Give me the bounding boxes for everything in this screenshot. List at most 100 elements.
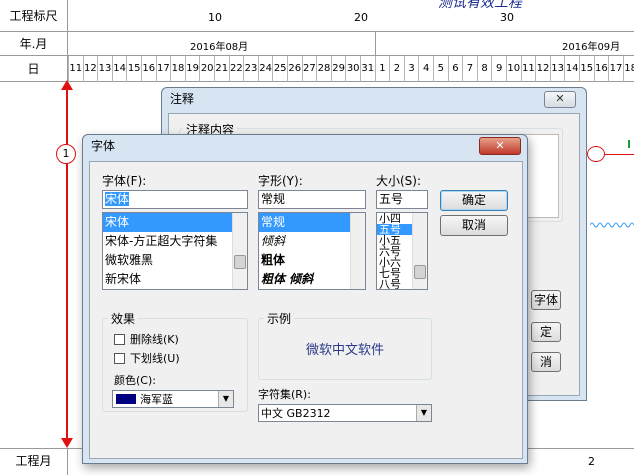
ruler-day-cell: 12: [535, 56, 550, 82]
font-family-item[interactable]: 宋体: [103, 213, 247, 232]
font-family-input[interactable]: 宋体: [102, 190, 248, 209]
font-style-scrollbar[interactable]: [350, 213, 365, 289]
ruler-label-scale: 工程标尺: [0, 0, 68, 31]
ruler-day-cell: 12: [82, 56, 98, 82]
arrow-up-icon: [61, 80, 73, 90]
ruler-day-cell: 14: [111, 56, 127, 82]
ruler-day-cell: 20: [199, 56, 214, 82]
ruler-day-cell: 16: [141, 56, 156, 82]
timeline-ruler: 工程标尺 10 20 30 测试有效工程 年.月 2016年08月 2016年0…: [0, 0, 634, 82]
scroll-thumb[interactable]: [414, 265, 426, 279]
green-mark: [628, 140, 634, 148]
script-select[interactable]: 中文 GB2312 ▼: [258, 404, 432, 422]
ruler-tick-30: 30: [500, 11, 514, 24]
ruler-day-cell: 11: [68, 56, 83, 82]
underline-checkbox[interactable]: [114, 353, 125, 364]
font-family-item[interactable]: 宋体-方正超大字符集: [103, 232, 247, 251]
note-dialog-title: 注释: [170, 92, 195, 106]
chevron-down-icon[interactable]: ▼: [416, 405, 431, 421]
ruler-day-cell: 15: [126, 56, 141, 82]
ok-button[interactable]: 确定: [440, 190, 508, 211]
ruler-day-cell: 18: [170, 56, 185, 82]
font-family-scrollbar[interactable]: [232, 213, 247, 289]
ruler-label-month: 年.月: [0, 32, 68, 55]
cancel-button[interactable]: 取消: [440, 215, 508, 236]
ruler-day-cell: 7: [462, 56, 477, 82]
ruler-day-cell: 13: [549, 56, 565, 82]
ruler-day-cell: 18: [622, 56, 634, 82]
font-style-list[interactable]: 常规 倾斜 粗体 粗体 倾斜: [258, 212, 366, 290]
node-link-line: [604, 154, 634, 155]
sample-text: 微软中文软件: [305, 343, 384, 358]
underline-label: 下划线(U): [130, 352, 180, 365]
ruler-day-cell: 29: [330, 56, 346, 82]
font-dialog[interactable]: 字体 ✕ 字体(F): 宋体 宋体 宋体-方正超大字符集 微软雅黑 新宋体 字形…: [82, 134, 528, 464]
sample-label: 示例: [264, 310, 295, 327]
ruler-day-cell: 9: [491, 56, 506, 82]
node-circle[interactable]: 1: [56, 144, 76, 164]
effects-label: 效果: [108, 310, 139, 327]
ruler-row-day: 日 11 12 13 14 15 16 17 18 19 20 21 22 23 24 25 26 27 28 29…: [0, 56, 634, 82]
ruler-day-cell: 16: [593, 56, 609, 82]
ruler-day-cell: 25: [272, 56, 287, 82]
scroll-thumb[interactable]: [234, 255, 246, 269]
script-label: 字符集(R):: [258, 388, 311, 401]
ruler-tick-20: 20: [354, 11, 368, 24]
font-dialog-client: 字体(F): 宋体 宋体 宋体-方正超大字符集 微软雅黑 新宋体 字形(Y): …: [89, 161, 523, 459]
font-size-label: 大小(S):: [376, 174, 422, 188]
ruler-day-cell: 17: [155, 56, 171, 82]
ruler-day-cell: 10: [506, 56, 521, 82]
font-style-input[interactable]: 常规: [258, 190, 366, 209]
ruler-day-cell: 3: [403, 56, 419, 82]
font-family-value: 宋体: [105, 192, 130, 206]
note-cancel-button[interactable]: 消: [531, 352, 561, 372]
font-size-input[interactable]: 五号: [376, 190, 428, 209]
ruler-row-month: 年.月 2016年08月 2016年09月: [0, 32, 634, 56]
bottom-row-value: 2: [588, 455, 595, 468]
font-size-scrollbar[interactable]: [412, 213, 427, 289]
ruler-row-scale: 工程标尺 10 20 30 测试有效工程: [0, 0, 634, 32]
ruler-day-cell: 6: [447, 56, 463, 82]
font-family-list[interactable]: 宋体 宋体-方正超大字符集 微软雅黑 新宋体: [102, 212, 248, 290]
font-dialog-titlebar[interactable]: 字体: [83, 135, 527, 159]
ruler-day-cell: 5: [433, 56, 448, 82]
ruler-day-cell: 4: [418, 56, 433, 82]
color-swatch: [116, 394, 136, 404]
close-icon[interactable]: ✕: [479, 137, 521, 155]
ruler-day-cell: 1: [374, 56, 390, 82]
color-select[interactable]: 海军蓝 ▼: [112, 390, 234, 408]
color-label: 颜色(C):: [114, 374, 156, 387]
ruler-day-cell: 21: [214, 56, 229, 82]
color-value: 海军蓝: [140, 393, 173, 406]
ruler-month-sep: 2016年09月: [562, 42, 621, 53]
ruler-day-cell: 15: [579, 56, 594, 82]
ruler-day-cell: 23: [243, 56, 258, 82]
strikeout-label: 删除线(K): [130, 333, 179, 346]
ruler-day-cell: 27: [301, 56, 317, 82]
ruler-day-cell: 17: [608, 56, 623, 82]
close-icon[interactable]: ✕: [544, 91, 576, 108]
ruler-day-cell: 26: [287, 56, 302, 82]
milestone-line: [66, 82, 68, 446]
font-family-item[interactable]: 微软雅黑: [103, 251, 247, 270]
ruler-day-cell: 8: [476, 56, 492, 82]
ruler-day-cell: 31: [360, 56, 375, 82]
ruler-tick-10: 10: [208, 11, 222, 24]
arrow-down-icon: [61, 438, 73, 448]
wave-line: [590, 222, 634, 228]
note-dialog-titlebar[interactable]: 注释: [162, 88, 586, 112]
script-value: 中文 GB2312: [261, 407, 331, 420]
node-circle-right[interactable]: [587, 146, 605, 162]
ruler-day-cell: 28: [316, 56, 331, 82]
ruler-label-day: 日: [0, 56, 68, 81]
ruler-day-cell: 13: [97, 56, 112, 82]
font-family-label: 字体(F):: [102, 174, 147, 188]
note-font-button[interactable]: 字体: [531, 290, 561, 310]
font-size-list[interactable]: 小四 五号 小五 六号 小六 七号 八号: [376, 212, 428, 290]
chevron-down-icon[interactable]: ▼: [218, 391, 233, 407]
font-style-label: 字形(Y):: [258, 174, 303, 188]
note-ok-button[interactable]: 定: [531, 322, 561, 342]
strikeout-checkbox[interactable]: [114, 334, 125, 345]
font-dialog-title: 字体: [91, 139, 116, 153]
font-family-item[interactable]: 新宋体: [103, 270, 247, 289]
